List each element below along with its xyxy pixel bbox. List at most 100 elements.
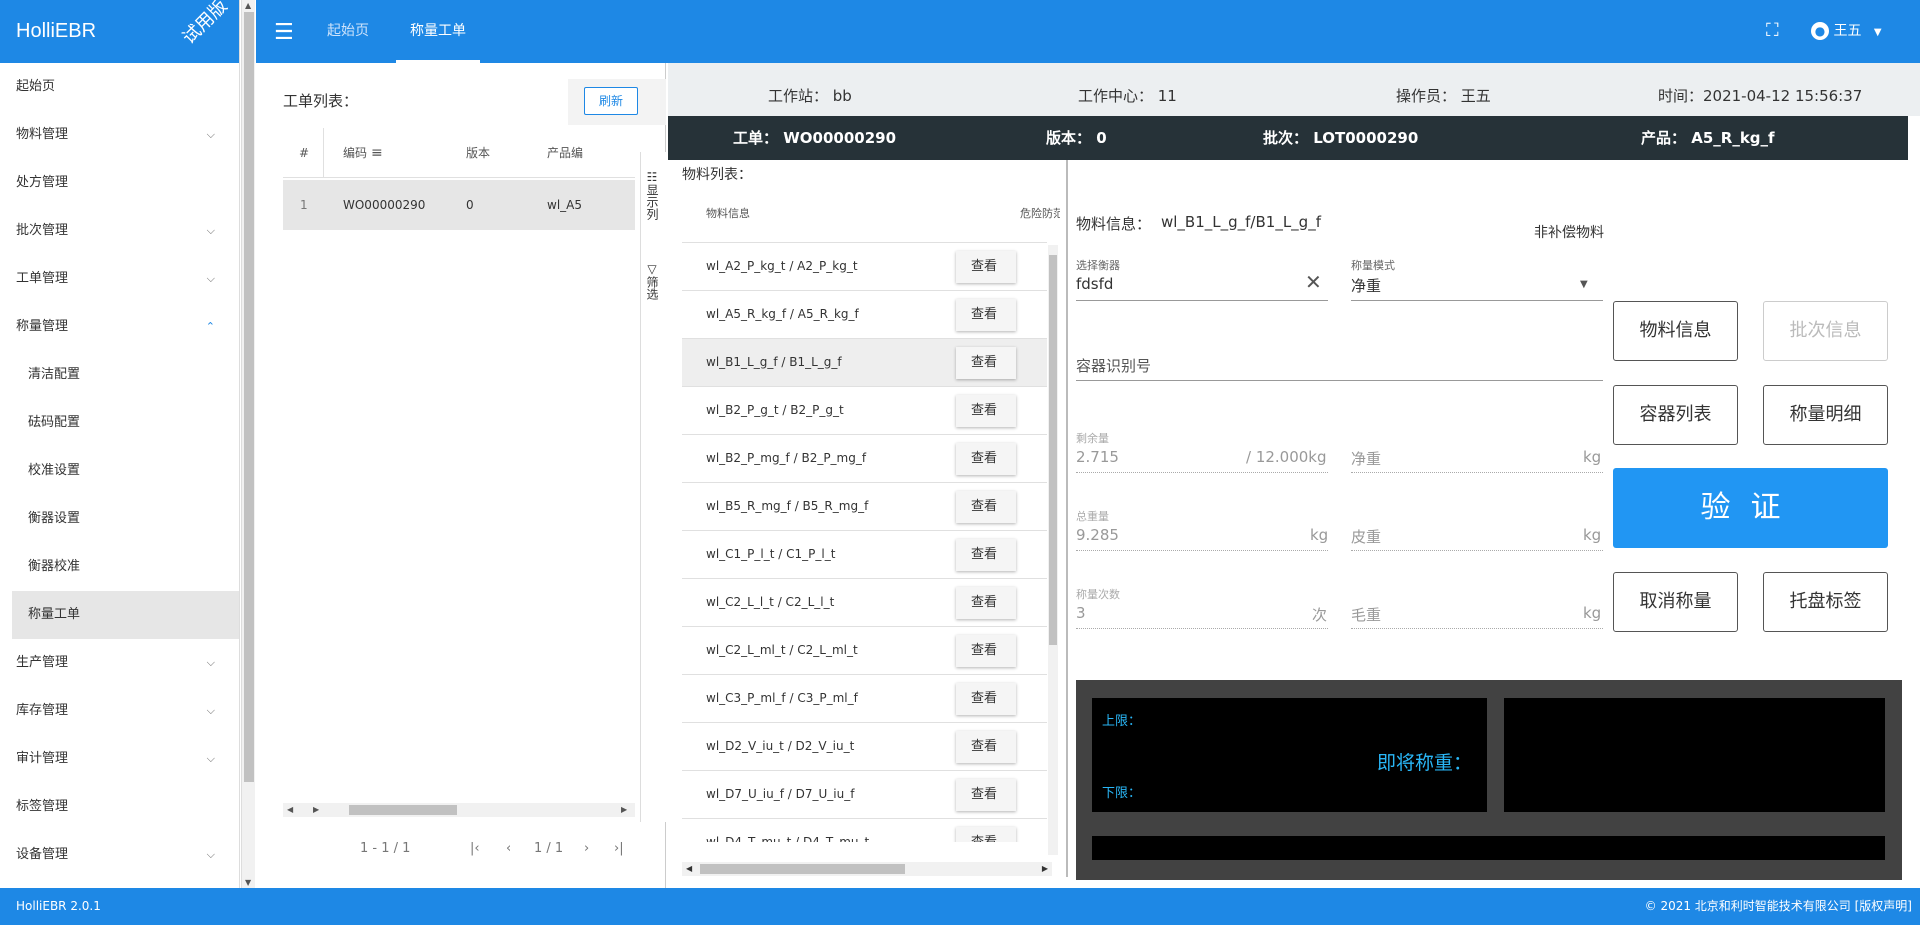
sidebar-item-weighing-order[interactable]: 称量工单 <box>12 591 239 639</box>
filter-label: 筛选 <box>645 276 659 300</box>
fullscreen-icon[interactable]: ⛶ <box>1766 20 1779 41</box>
scrollbar-thumb[interactable] <box>244 12 254 782</box>
copyright[interactable]: © 2021 北京和利时智能技术有限公司 [版权声明] <box>1645 888 1912 925</box>
pallet-label-button[interactable]: 托盘标签 <box>1763 572 1888 632</box>
footer: HolliEBR 2.0.1 © 2021 北京和利时智能技术有限公司 [版权声… <box>0 888 1920 925</box>
list-item[interactable]: wl_C3_P_ml_f / C3_P_ml_f 查看 <box>682 674 1047 722</box>
scroll-up-icon[interactable]: ▲ <box>245 1 251 10</box>
list-item[interactable]: wl_D2_V_iu_t / D2_V_iu_t 查看 <box>682 722 1047 770</box>
refresh-button[interactable]: 刷新 <box>584 87 638 115</box>
list-item[interactable]: wl_B5_R_mg_f / B5_R_mg_f 查看 <box>682 482 1047 530</box>
non-compensation-label: 非补偿物料 <box>1534 225 1604 241</box>
last-page-icon[interactable]: ›| <box>614 841 624 856</box>
sidebar-item-cleaning[interactable]: 清洁配置 <box>0 351 239 399</box>
weight-display <box>1504 698 1885 812</box>
material-info-button[interactable]: 物料信息 <box>1613 301 1738 361</box>
mode-select[interactable]: 净重 <box>1351 275 1381 296</box>
verify-button[interactable]: 验证 <box>1613 468 1888 548</box>
scrollbar-thumb[interactable] <box>349 805 457 815</box>
scroll-right-icon[interactable]: ▶ <box>313 803 319 817</box>
view-button[interactable]: 查看 <box>956 779 1016 811</box>
sidebar-item-workorder[interactable]: 工单管理 ⌵ <box>0 255 239 303</box>
list-item[interactable]: wl_A5_R_kg_f / A5_R_kg_f 查看 <box>682 290 1047 338</box>
scrollbar-thumb[interactable] <box>1049 255 1057 645</box>
view-button[interactable]: 查看 <box>956 635 1016 667</box>
container-list-button[interactable]: 容器列表 <box>1613 385 1738 445</box>
sidebar-item-weights[interactable]: 砝码配置 <box>0 399 239 447</box>
view-button[interactable]: 查看 <box>956 587 1016 619</box>
scroll-left-icon[interactable]: ◀ <box>287 803 293 817</box>
first-page-icon[interactable]: |‹ <box>470 841 480 856</box>
view-button[interactable]: 查看 <box>956 539 1016 571</box>
sidebar-item-equipment[interactable]: 设备管理 ⌵ <box>0 831 239 879</box>
filter-toggle[interactable]: ▽筛选 <box>644 262 661 300</box>
view-button[interactable]: 查看 <box>956 683 1016 715</box>
sidebar-item-batch[interactable]: 批次管理 ⌵ <box>0 207 239 255</box>
view-button[interactable]: 查看 <box>956 395 1016 427</box>
sidebar-item-home[interactable]: 起始页 <box>0 63 239 111</box>
column-header-version[interactable]: 版本 <box>466 128 490 178</box>
material-list-scrollbar[interactable] <box>1048 245 1058 855</box>
chevron-down-icon: ⌵ <box>206 704 215 717</box>
list-item[interactable]: wl_A2_P_kg_t / A2_P_kg_t 查看 <box>682 242 1047 290</box>
caret-down-icon[interactable]: ▼ <box>1580 279 1588 290</box>
container-id-input[interactable]: 容器识别号 <box>1076 355 1151 376</box>
scrollbar-thumb[interactable] <box>700 864 905 874</box>
sidebar-item-scale-calibration[interactable]: 衡器校准 <box>0 543 239 591</box>
view-button[interactable]: 查看 <box>956 251 1016 283</box>
next-page-icon[interactable]: › <box>584 841 589 856</box>
sidebar-item-scale-settings[interactable]: 衡器设置 <box>0 495 239 543</box>
menu-icon[interactable]: ☰ <box>274 20 294 45</box>
weighing-detail-button[interactable]: 称量明细 <box>1763 385 1888 445</box>
filter-icon[interactable]: ≡ <box>371 128 383 178</box>
sidebar-item-material[interactable]: 物料管理 ⌵ <box>0 111 239 159</box>
tab-weighing-order[interactable]: 称量工单 <box>396 0 480 63</box>
prev-page-icon[interactable]: ‹ <box>506 841 511 856</box>
table-horizontal-scrollbar[interactable]: ◀ ▶ ▶ <box>283 803 635 817</box>
list-item[interactable]: wl_B2_P_mg_f / B2_P_mg_f 查看 <box>682 434 1047 482</box>
sidebar-item-audit[interactable]: 审计管理 ⌵ <box>0 735 239 783</box>
list-item[interactable]: wl_D7_U_iu_f / D7_U_iu_f 查看 <box>682 770 1047 818</box>
column-header-material-info: 物料信息 <box>706 207 750 220</box>
view-button[interactable]: 查看 <box>956 827 1016 842</box>
view-button[interactable]: 查看 <box>956 347 1016 379</box>
user-menu[interactable]: ● 王五 ▼ <box>1811 20 1882 40</box>
column-header-product[interactable]: 产品编 <box>547 128 583 178</box>
list-item[interactable]: wl_D4_T_mu_t / D4_T_mu_t 查看 <box>682 818 1047 842</box>
cancel-weighing-button[interactable]: 取消称量 <box>1613 572 1738 632</box>
sidebar-item-recipe[interactable]: 处方管理 <box>0 159 239 207</box>
scroll-right-end-icon[interactable]: ▶ <box>621 803 627 817</box>
clear-icon[interactable]: ✕ <box>1305 270 1322 294</box>
sidebar-item-inventory[interactable]: 库存管理 ⌵ <box>0 687 239 735</box>
sidebar-item-production[interactable]: 生产管理 ⌵ <box>0 639 239 687</box>
material-horizontal-scrollbar[interactable]: ◀ ▶ <box>682 862 1052 876</box>
count-label: 称量次数 <box>1076 588 1120 601</box>
scroll-down-icon[interactable]: ▼ <box>245 878 251 887</box>
sidebar-item-labels[interactable]: 标签管理 <box>0 783 239 831</box>
list-item[interactable]: wl_C1_P_l_t / C1_P_l_t 查看 <box>682 530 1047 578</box>
list-item[interactable]: wl_B1_L_g_f / B1_L_g_f 查看 <box>682 338 1047 386</box>
scale-select[interactable]: fdsfd <box>1076 275 1113 293</box>
pagination-range: 1 - 1 / 1 <box>360 841 411 856</box>
sidebar-scrollbar[interactable]: ▲ ▼ <box>241 0 255 888</box>
batch-info-button[interactable]: 批次信息 <box>1763 301 1888 361</box>
tab-home[interactable]: 起始页 <box>327 0 369 63</box>
view-button[interactable]: 查看 <box>956 443 1016 475</box>
material-name: wl_B2_P_mg_f / B2_P_mg_f <box>706 451 867 465</box>
view-button[interactable]: 查看 <box>956 731 1016 763</box>
scroll-right-icon[interactable]: ▶ <box>1042 862 1048 876</box>
list-item[interactable]: wl_B2_P_g_t / B2_P_g_t 查看 <box>682 386 1047 434</box>
view-button[interactable]: 查看 <box>956 299 1016 331</box>
table-row[interactable]: 1 WO00000290 0 wl_A5 <box>283 180 635 230</box>
sidebar-item-weighing[interactable]: 称量管理 ⌃ <box>0 303 239 351</box>
sidebar-item-label: 生产管理 <box>16 655 69 670</box>
scroll-left-icon[interactable]: ◀ <box>686 862 692 876</box>
list-item[interactable]: wl_C2_L_ml_t / C2_L_ml_t 查看 <box>682 626 1047 674</box>
trial-badge: 试用版 <box>178 0 232 49</box>
view-button[interactable]: 查看 <box>956 491 1016 523</box>
columns-toggle[interactable]: ☷显示列 <box>644 170 661 220</box>
material-list: wl_A2_P_kg_t / A2_P_kg_t 查看 wl_A5_R_kg_f /… <box>682 242 1047 842</box>
list-item[interactable]: wl_C2_L_l_t / C2_L_l_t 查看 <box>682 578 1047 626</box>
sidebar-item-calibration-settings[interactable]: 校准设置 <box>0 447 239 495</box>
column-header-code[interactable]: 编码 <box>343 128 367 178</box>
